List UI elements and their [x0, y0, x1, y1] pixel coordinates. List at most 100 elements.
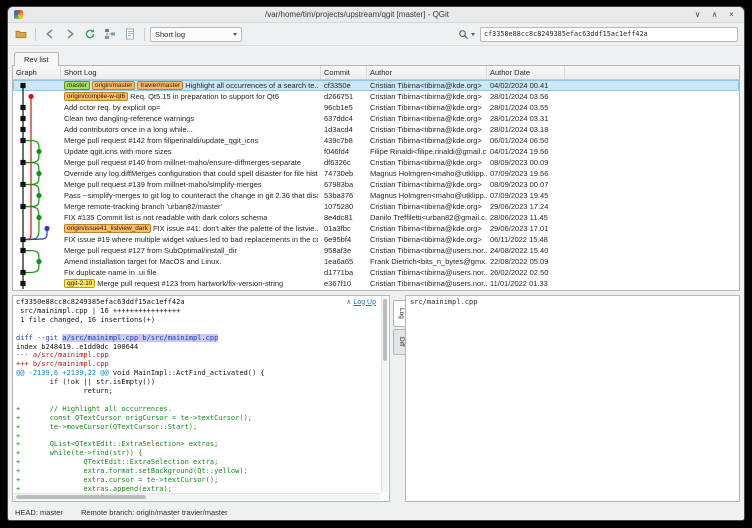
- table-cell: [565, 245, 739, 256]
- column-header-author[interactable]: Author: [367, 66, 487, 79]
- commit-subject: FIX issue #19 where multiple widget valu…: [64, 235, 318, 244]
- commit-date: 08/09/2023 00.09: [487, 157, 565, 168]
- commit-row[interactable]: Fix duplicate name in .ui filed1771baCri…: [13, 267, 739, 278]
- ref-badge-branch: master: [64, 81, 90, 91]
- commit-sha: 53ba376: [321, 190, 367, 201]
- column-header-short-log[interactable]: Short Log: [61, 66, 321, 79]
- commit-subject: FIX issue #41: don't alter the palette o…: [153, 224, 318, 233]
- format-patch-button[interactable]: [121, 26, 139, 43]
- diff-panel: ∧ Log Up cf3350e88cc8c8249385efac63ddf15…: [12, 295, 390, 502]
- bottom-panels: ∧ Log Up cf3350e88cc8c8249385efac63ddf15…: [12, 295, 740, 502]
- refresh-button[interactable]: [81, 26, 99, 43]
- diff-vertical-scrollbar[interactable]: [381, 297, 388, 492]
- chevron-down-icon: [233, 33, 237, 36]
- forward-button[interactable]: [61, 26, 79, 43]
- commit-row[interactable]: Add cctor req. by explicit op=96cb1e5Cri…: [13, 102, 739, 113]
- commit-row[interactable]: Merge remote-tracking branch 'urban82/ma…: [13, 201, 739, 212]
- diff-line: + extra.format.setBackground(Qt::yellow)…: [16, 467, 377, 476]
- commit-row[interactable]: Override any log.diffMerges configuratio…: [13, 168, 739, 179]
- commit-author: Cristian Tibirna<tibirna@kde.org>: [367, 113, 487, 124]
- table-cell: Merge pull request #139 from millnet-mah…: [61, 179, 321, 190]
- commit-row[interactable]: Merge pull request #142 from filiperinal…: [13, 135, 739, 146]
- table-cell: origin/issue41_listview_darkFIX issue #4…: [61, 223, 321, 234]
- forward-arrow-icon: [64, 28, 76, 40]
- tab-diff[interactable]: Diff: [393, 329, 405, 355]
- table-cell: [565, 80, 739, 91]
- table-cell: [13, 223, 61, 234]
- sha-search-input[interactable]: [480, 27, 738, 42]
- log-up-link[interactable]: ∧ Log Up: [346, 298, 376, 306]
- column-header-graph[interactable]: Graph: [13, 66, 61, 79]
- tab-log[interactable]: Log: [393, 300, 405, 327]
- commit-row[interactable]: qgit-2.10Merge pull request #123 from ha…: [13, 278, 739, 289]
- file-panel[interactable]: src/mainimpl.cpp: [405, 295, 740, 502]
- open-repository-button[interactable]: [12, 26, 30, 43]
- commit-date: 06/01/2024 06.50: [487, 135, 565, 146]
- commit-sha: 74730eb: [321, 168, 367, 179]
- table-cell: [565, 179, 739, 190]
- commit-date: 04/01/2024 19.56: [487, 146, 565, 157]
- table-cell: Pass --simplify-merges to git log to cou…: [61, 190, 321, 201]
- diff-line: 1 file changed, 16 insertions(+): [16, 316, 377, 325]
- table-cell: [13, 212, 61, 223]
- tab-rev-list[interactable]: Rev list: [14, 52, 59, 66]
- table-cell: Fix duplicate name in .ui file: [61, 267, 321, 278]
- table-cell: [565, 102, 739, 113]
- diff-horizontal-scrollbar[interactable]: [14, 493, 380, 500]
- scrollbar-thumb[interactable]: [383, 299, 387, 361]
- diff-line: diff --git a/src/mainimpl.cpp b/src/main…: [16, 334, 377, 343]
- commit-row[interactable]: Merge pull request #139 from millnet-mah…: [13, 179, 739, 190]
- caret-up-icon: ∧: [346, 298, 351, 306]
- commit-row[interactable]: origin/issue41_listview_darkFIX issue #4…: [13, 223, 739, 234]
- commit-row[interactable]: Amend installation target for MacOS and …: [13, 256, 739, 267]
- minimize-button[interactable]: ∨: [691, 8, 704, 21]
- diff-line: + QList<QTextEdit::ExtraSelection> extra…: [16, 440, 377, 449]
- table-cell: [565, 256, 739, 267]
- table-cell: [565, 267, 739, 278]
- commit-row[interactable]: Update qgit.icns with more sizesf046fd4F…: [13, 146, 739, 157]
- commit-row[interactable]: Merge pull request #140 from millnet-mah…: [13, 157, 739, 168]
- column-header-commit[interactable]: Commit: [321, 66, 367, 79]
- back-button[interactable]: [41, 26, 59, 43]
- commit-row[interactable]: Pass --simplify-merges to git log to cou…: [13, 190, 739, 201]
- commit-sha: 01a3fbc: [321, 223, 367, 234]
- table-cell: Override any log.diffMerges configuratio…: [61, 168, 321, 179]
- commit-author: Danilo Treffiletti<urban82@gmail.c...: [367, 212, 487, 223]
- commit-date: 26/02/2022 02.50: [487, 267, 565, 278]
- commit-date: 29/06/2023 17.24: [487, 201, 565, 212]
- commit-subject: Merge pull request #140 from millnet-mah…: [64, 158, 301, 167]
- scrollbar-thumb[interactable]: [16, 495, 146, 499]
- table-cell: [565, 113, 739, 124]
- diff-view[interactable]: cf3350e88cc8c8249385efac63ddf15ac1eff42a…: [13, 297, 380, 492]
- view-mode-combobox[interactable]: Short log: [150, 27, 242, 42]
- commit-row[interactable]: Add contributors once in a long while...…: [13, 124, 739, 135]
- file-tree-button[interactable]: [101, 26, 119, 43]
- search-type-button[interactable]: [454, 26, 478, 43]
- commit-subject: Add cctor req. by explicit op=: [64, 103, 161, 112]
- commit-row[interactable]: FIX #135 Commit list is not readable wit…: [13, 212, 739, 223]
- commit-author: Cristian Tibirna<tibirna@kde.org>: [367, 135, 487, 146]
- ref-badge-remote: origin/issue41_listview_dark: [64, 224, 151, 234]
- close-button[interactable]: ×: [725, 8, 738, 21]
- column-header-author-date[interactable]: Author Date: [487, 66, 565, 79]
- maximize-button[interactable]: ∧: [708, 8, 721, 21]
- commit-author: Cristian Tibirna<tibirna@kde.org>: [367, 157, 487, 168]
- table-cell: [13, 146, 61, 157]
- commit-subject: Clean two dangling-reference warnings: [64, 114, 194, 123]
- commit-row[interactable]: masterorigin/mastertravier/masterHighlig…: [13, 80, 739, 91]
- commit-row[interactable]: FIX issue #19 where multiple widget valu…: [13, 234, 739, 245]
- table-cell: [565, 201, 739, 212]
- ref-badge-remote: origin/master: [92, 81, 136, 91]
- commit-row[interactable]: origin/compile-w-qt6Req. Qt5.15 in prepa…: [13, 91, 739, 102]
- commit-row[interactable]: Clean two dangling-reference warnings637…: [13, 113, 739, 124]
- commit-subject: Override any log.diffMerges configuratio…: [64, 169, 318, 178]
- commit-sha: 1ea6a65: [321, 256, 367, 267]
- table-cell: [13, 124, 61, 135]
- diff-line: if (!ok || str.isEmpty()): [16, 378, 377, 387]
- commit-author: Cristian Tibirna<tibirna@kde.org>: [367, 179, 487, 190]
- commit-sha: f046fd4: [321, 146, 367, 157]
- commit-date: 06/11/2022 15.48: [487, 234, 565, 245]
- commit-row[interactable]: Merge pull request #127 from SubOptimal/…: [13, 245, 739, 256]
- commit-sha: 8e4dc81: [321, 212, 367, 223]
- patch-file-icon: [124, 28, 136, 40]
